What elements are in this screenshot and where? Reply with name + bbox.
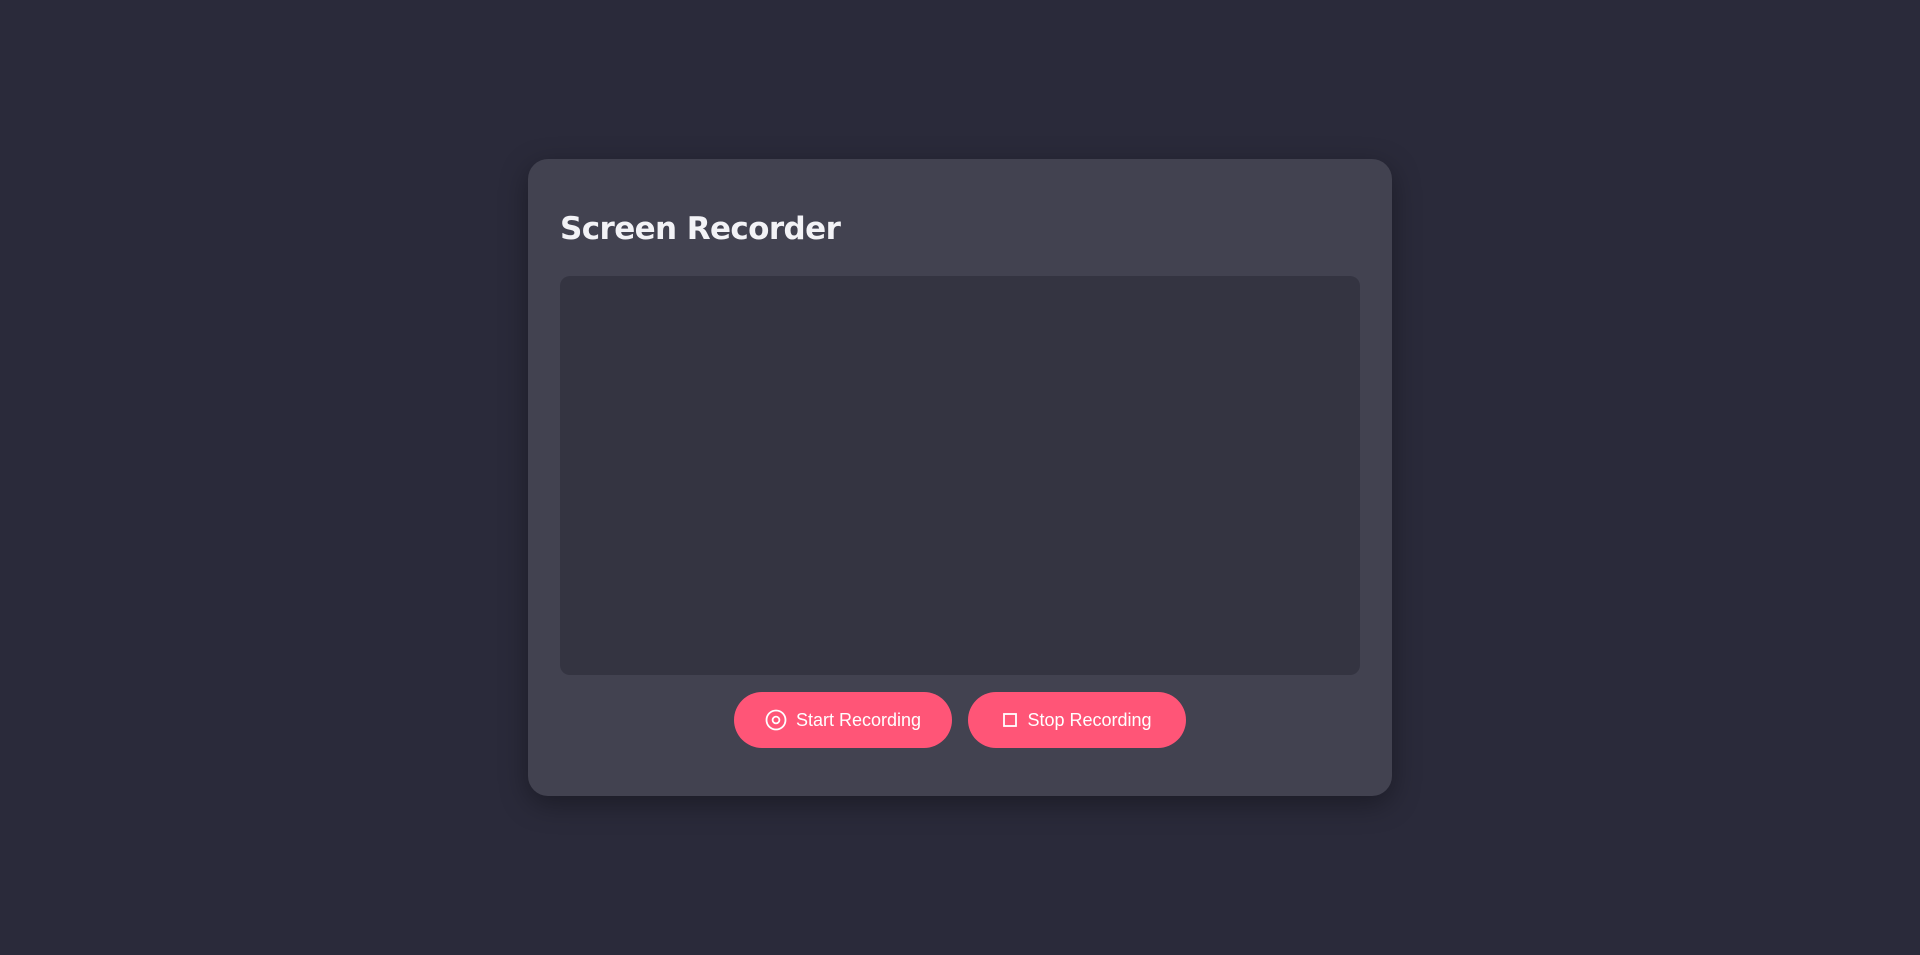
stop-recording-button[interactable]: Stop Recording — [968, 692, 1186, 748]
page-title: Screen Recorder — [560, 211, 841, 247]
video-preview — [560, 276, 1360, 675]
record-icon — [765, 709, 787, 731]
stop-icon — [1002, 712, 1018, 728]
recorder-card: Screen Recorder Start Recording Stop Rec… — [528, 159, 1392, 796]
recording-controls: Start Recording Stop Recording — [528, 692, 1392, 748]
stop-recording-label: Stop Recording — [1027, 709, 1152, 730]
start-recording-button[interactable]: Start Recording — [734, 692, 952, 748]
start-recording-label: Start Recording — [795, 709, 922, 730]
